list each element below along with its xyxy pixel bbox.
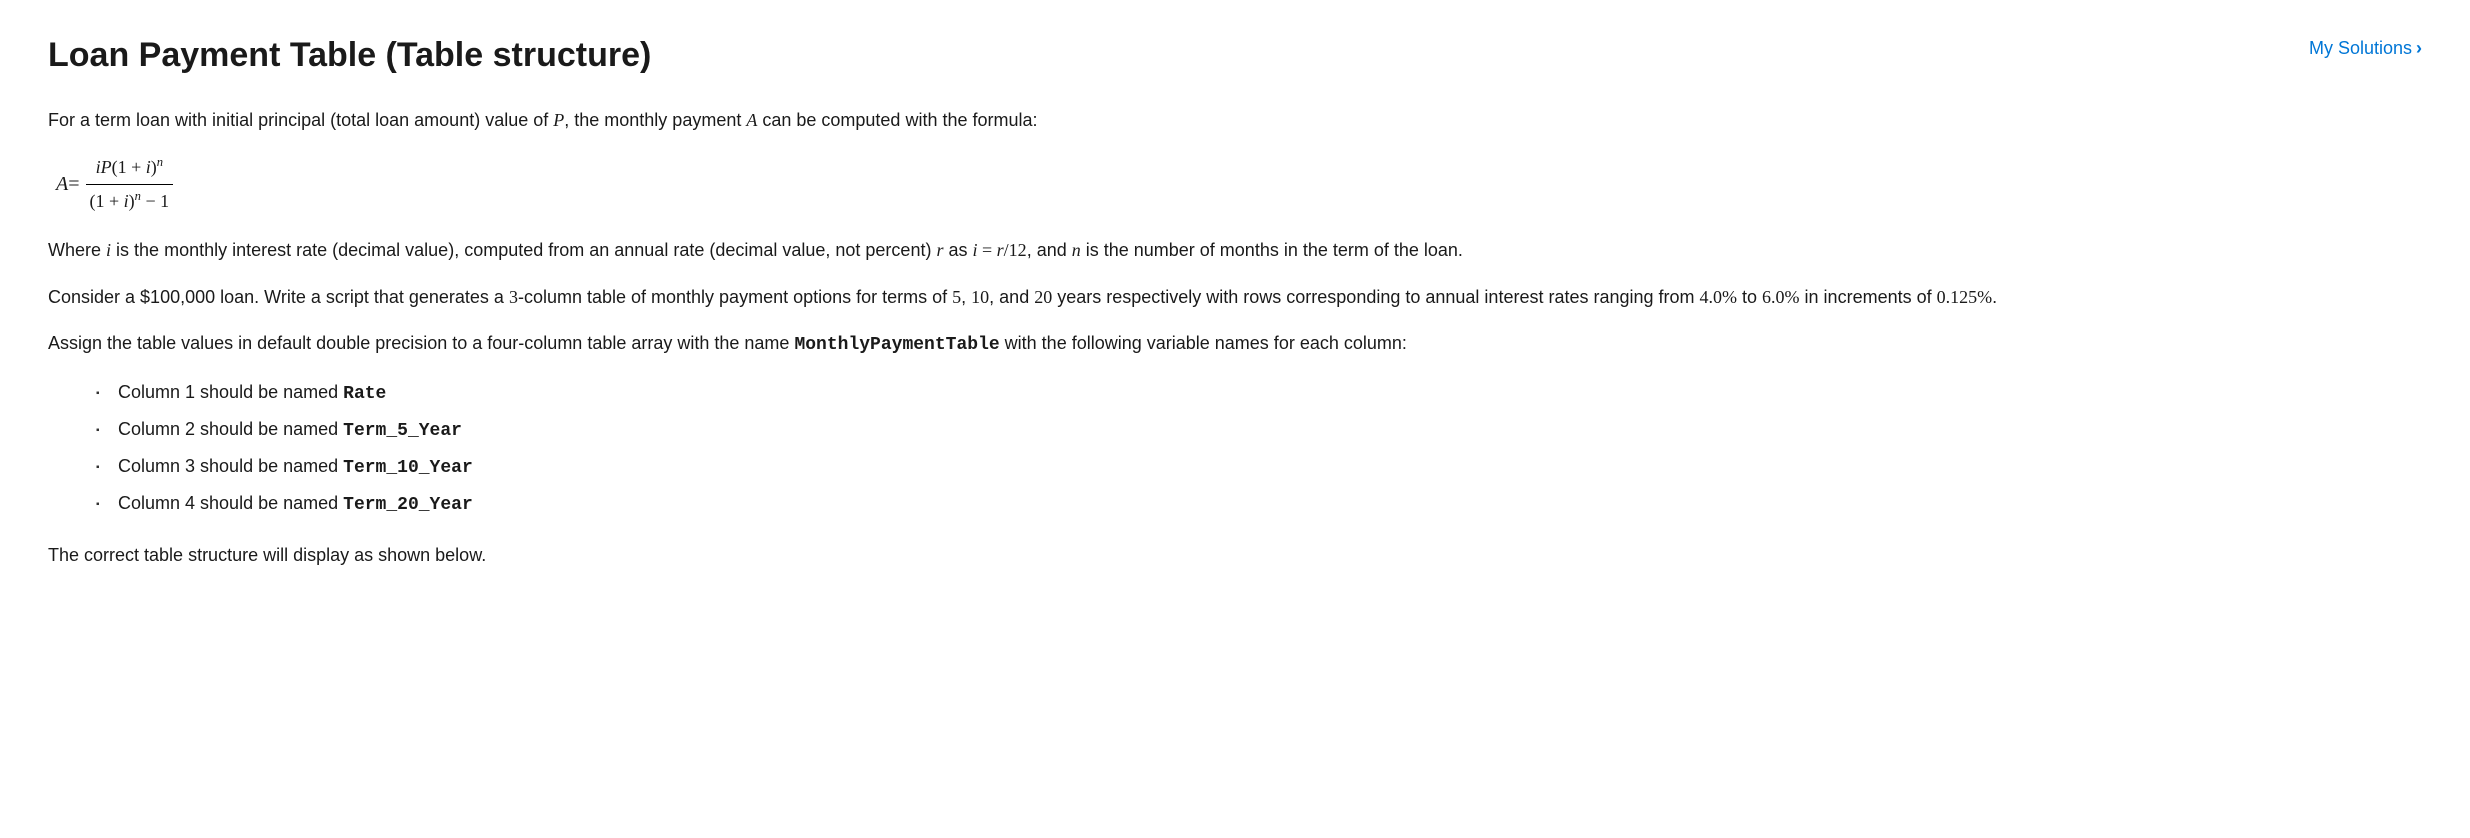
column-list: Column 1 should be named Rate Column 2 s… (48, 378, 2422, 519)
text: Where (48, 240, 106, 260)
consider-paragraph: Consider a $100,000 loan. Write a script… (48, 283, 2422, 312)
text: iP (96, 157, 112, 177)
text: , the monthly payment (564, 110, 746, 130)
text: is the number of months in the term of t… (1081, 240, 1463, 260)
text: Column 2 should be named (118, 419, 343, 439)
text: Assign the table values in default doubl… (48, 333, 794, 353)
list-item: Column 3 should be named Term_10_Year (118, 452, 2422, 483)
num: 6.0% (1762, 287, 1800, 307)
page-title: Loan Payment Table (Table structure) (48, 28, 651, 82)
num: 20 (1034, 287, 1052, 307)
text: (1 + (112, 157, 146, 177)
code-table-name: MonthlyPaymentTable (794, 335, 999, 355)
column-name: Rate (343, 384, 386, 404)
column-name: Term_20_Year (343, 495, 473, 515)
formula-lhs: A (56, 168, 68, 200)
text: with the following variable names for ea… (1000, 333, 1407, 353)
text: , (961, 287, 971, 307)
text: years respectively with rows correspondi… (1052, 287, 1699, 307)
where-paragraph: Where i is the monthly interest rate (de… (48, 236, 2422, 265)
text: . (1992, 287, 1997, 307)
text: − 1 (141, 191, 169, 211)
exp-n: n (157, 155, 163, 169)
text: For a term loan with initial principal (… (48, 110, 553, 130)
my-solutions-link[interactable]: My Solutions › (2309, 34, 2422, 63)
formula-block: A = iP(1 + i)n (1 + i)n − 1 (56, 153, 2422, 216)
formula-denominator: (1 + i)n − 1 (86, 184, 174, 216)
var-A: A (746, 110, 757, 130)
formula-numerator: iP(1 + i)n (92, 153, 167, 184)
text: as (943, 240, 972, 260)
text: Column 3 should be named (118, 456, 343, 476)
column-name: Term_10_Year (343, 458, 473, 478)
my-solutions-label: My Solutions (2309, 34, 2412, 63)
text: = (978, 240, 997, 260)
text: Column 4 should be named (118, 493, 343, 513)
num: 3 (509, 287, 518, 307)
num: 0.125% (1937, 287, 1993, 307)
text: Consider a $100,000 loan. Write a script… (48, 287, 509, 307)
text: , and (989, 287, 1034, 307)
num: 5 (952, 287, 961, 307)
num: 10 (971, 287, 989, 307)
column-name: Term_5_Year (343, 421, 462, 441)
text: in increments of (1800, 287, 1937, 307)
chevron-right-icon: › (2416, 34, 2422, 63)
text: Column 1 should be named (118, 382, 343, 402)
text: can be computed with the formula: (757, 110, 1037, 130)
num: 4.0% (1700, 287, 1738, 307)
var-r: r (997, 240, 1004, 260)
text: , and (1027, 240, 1072, 260)
text: (1 + (90, 191, 124, 211)
intro-paragraph: For a term loan with initial principal (… (48, 106, 2422, 135)
text: -column table of monthly payment options… (518, 287, 952, 307)
list-item: Column 1 should be named Rate (118, 378, 2422, 409)
assign-paragraph: Assign the table values in default doubl… (48, 329, 2422, 360)
var-P: P (553, 110, 564, 130)
closing-paragraph: The correct table structure will display… (48, 541, 2422, 570)
list-item: Column 4 should be named Term_20_Year (118, 489, 2422, 520)
text: to (1737, 287, 1762, 307)
header-row: Loan Payment Table (Table structure) My … (48, 28, 2422, 82)
formula-fraction: iP(1 + i)n (1 + i)n − 1 (86, 153, 174, 216)
text: /12 (1004, 240, 1027, 260)
formula-equals: = (68, 168, 79, 200)
var-n: n (1072, 240, 1081, 260)
list-item: Column 2 should be named Term_5_Year (118, 415, 2422, 446)
text: is the monthly interest rate (decimal va… (111, 240, 936, 260)
